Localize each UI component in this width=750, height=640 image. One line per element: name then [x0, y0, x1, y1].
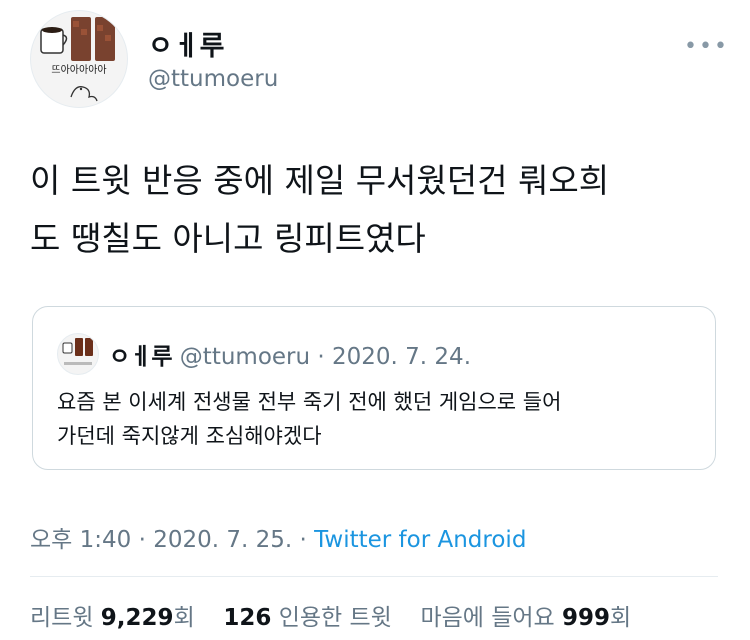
- avatar-caption: 뜨아아아아아: [51, 64, 106, 76]
- author-name[interactable]: ㅇㅔ루: [148, 24, 226, 63]
- likes-stat[interactable]: 마음에 들어요 999회: [420, 605, 631, 631]
- quoted-separator: ·: [317, 344, 325, 370]
- retweets-stat[interactable]: 리트윗 9,229회: [30, 605, 202, 631]
- more-horizontal-icon[interactable]: •••: [684, 34, 729, 59]
- quoted-text-line: 요즘 본 이세계 전생물 전부 죽기 전에 했던 게임으로 들어: [57, 390, 562, 414]
- quoted-tweet-header: ㅇㅔ루 @ttumoeru · 2020. 7. 24.: [109, 337, 471, 371]
- quoted-tweet-text: 요즘 본 이세계 전생물 전부 죽기 전에 했던 게임으로 들어 가던데 죽지않…: [57, 385, 697, 453]
- tweet-time[interactable]: 오후 1:40: [30, 527, 131, 553]
- quotes-label: 인용한 트윗: [278, 605, 392, 631]
- tweet-date[interactable]: 2020. 7. 25.: [153, 527, 292, 553]
- quoted-date: 2020. 7. 24.: [332, 344, 472, 370]
- tweet-text: 이 트윗 반응 중에 제일 무서웠던건 뤄오희 도 땡칠도 아니고 링피트였다: [30, 152, 720, 268]
- retweets-count: 9,229: [100, 605, 174, 631]
- author-avatar[interactable]: 뜨아아아아아: [30, 10, 128, 108]
- likes-count: 999: [562, 605, 611, 631]
- quotes-stat[interactable]: 126 인용한 트윗: [223, 605, 399, 631]
- quoted-author-name: ㅇㅔ루: [109, 344, 173, 370]
- retweets-label: 리트윗: [30, 605, 94, 631]
- timestamp-separator: ·: [138, 527, 146, 553]
- quoted-author-avatar: [57, 333, 99, 375]
- coffee-cups-icon: 뜨아아아아아: [40, 17, 115, 102]
- likes-label: 마음에 들어요: [420, 605, 555, 631]
- likes-unit: 회: [610, 605, 632, 631]
- tweet-stats: 리트윗 9,229회 126 인용한 트윗 마음에 들어요 999회: [30, 598, 631, 632]
- tweet-source-link[interactable]: Twitter for Android: [314, 527, 526, 553]
- quoted-text-line: 가던데 죽지않게 조심해야겠다: [57, 424, 322, 448]
- quoted-tweet-card[interactable]: ㅇㅔ루 @ttumoeru · 2020. 7. 24. 요즘 본 이세계 전생…: [32, 306, 716, 470]
- divider: [30, 576, 718, 577]
- tweet-text-line: 도 땡칠도 아니고 링피트였다: [30, 219, 426, 258]
- coffee-cups-icon: [62, 338, 93, 365]
- quoted-author-handle: @ttumoeru: [179, 344, 311, 370]
- author-handle[interactable]: @ttumoeru: [148, 66, 278, 92]
- quotes-count: 126: [223, 605, 272, 631]
- tweet-text-line: 이 트윗 반응 중에 제일 무서웠던건 뤄오희: [30, 161, 610, 200]
- timestamp-separator: ·: [299, 527, 307, 553]
- retweets-unit: 회: [173, 605, 195, 631]
- tweet-timestamp-line: 오후 1:40 · 2020. 7. 25. · Twitter for And…: [30, 520, 526, 554]
